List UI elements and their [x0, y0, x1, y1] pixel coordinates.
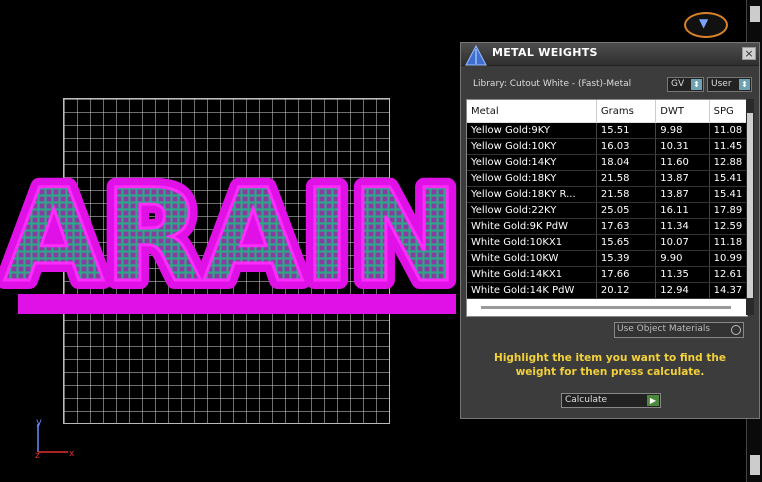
- table-cell: 11.34: [655, 218, 710, 235]
- table-row[interactable]: Yellow Gold:10KY 16.03 10.31 11.45: [467, 138, 747, 155]
- table-cell: 10.31: [655, 138, 710, 155]
- vertical-scrollbar[interactable]: [746, 99, 754, 315]
- app-logo-icon[interactable]: ▼: [684, 12, 728, 38]
- use-object-materials-label: Use Object Materials: [617, 324, 711, 334]
- table-cell: 17.63: [596, 218, 657, 235]
- table-cell: 17.89: [709, 202, 747, 219]
- table-cell: 21.58: [596, 186, 657, 203]
- option-circle-icon: [731, 325, 741, 335]
- table-cell: White Gold:10KX1: [467, 234, 597, 251]
- table-cell: 15.41: [709, 170, 747, 187]
- table-cell: 11.45: [709, 138, 747, 155]
- model-arain[interactable]: ARAIN ARAIN: [0, 150, 470, 330]
- column-header-dwt[interactable]: DWT: [655, 100, 710, 123]
- axis-gizmo: y z x: [35, 417, 75, 461]
- axis-x-label: x: [69, 449, 75, 459]
- horizontal-scrollbar[interactable]: [481, 306, 731, 309]
- metal-weights-icon: [465, 45, 487, 66]
- table-cell: 15.39: [596, 250, 657, 267]
- table-row[interactable]: Yellow Gold:14KY 18.04 11.60 12.88: [467, 154, 747, 171]
- table-cell: 17.66: [596, 266, 657, 283]
- table-row[interactable]: Yellow Gold:9KY 15.51 9.98 11.08: [467, 122, 747, 139]
- column-header-spg[interactable]: SPG: [709, 100, 747, 123]
- panel-titlebar[interactable]: METAL WEIGHTS ×: [461, 43, 759, 66]
- panel-title: METAL WEIGHTS: [492, 46, 598, 59]
- table-cell: 25.05: [596, 202, 657, 219]
- table-cell: 10.07: [655, 234, 710, 251]
- gv-select[interactable]: GV ⬍: [667, 77, 704, 92]
- table-cell: 15.51: [596, 122, 657, 139]
- table-cell: 12.61: [709, 266, 747, 283]
- metal-table[interactable]: Metal Grams DWT SPG Yellow Gold:9KY 15.51…: [466, 99, 748, 317]
- table-cell: White Gold:9K PdW: [467, 218, 597, 235]
- table-row[interactable]: White Gold:14K PdW 20.12 12.94 14.37: [467, 282, 747, 299]
- table-cell: 16.03: [596, 138, 657, 155]
- table-header-row: Metal Grams DWT SPG: [467, 100, 747, 123]
- table-cell: 11.18: [709, 234, 747, 251]
- table-cell: 12.59: [709, 218, 747, 235]
- table-cell: 12.88: [709, 154, 747, 171]
- table-cell: 21.58: [596, 170, 657, 187]
- model-lettering-mesh: ARAIN: [4, 162, 459, 311]
- table-cell: 18.04: [596, 154, 657, 171]
- table-cell: 13.87: [655, 170, 710, 187]
- table-cell: 9.98: [655, 122, 710, 139]
- table-cell: 10.99: [709, 250, 747, 267]
- table-cell: 11.08: [709, 122, 747, 139]
- table-cell: 20.12: [596, 282, 657, 299]
- play-arrow-icon: ▶: [647, 395, 659, 406]
- user-select-value: User: [711, 79, 732, 89]
- table-cell: 16.11: [655, 202, 710, 219]
- table-cell: Yellow Gold:18KY: [467, 170, 597, 187]
- column-header-grams[interactable]: Grams: [596, 100, 657, 123]
- table-row[interactable]: Yellow Gold:22KY 25.05 16.11 17.89: [467, 202, 747, 219]
- table-cell: 9.90: [655, 250, 710, 267]
- metal-weights-panel: METAL WEIGHTS × Library: Cutout White - …: [460, 42, 760, 419]
- table-cell: Yellow Gold:14KY: [467, 154, 597, 171]
- table-row[interactable]: White Gold:9K PdW 17.63 11.34 12.59: [467, 218, 747, 235]
- axis-y-label: y: [36, 417, 42, 428]
- select-arrow-icon: ⬍: [739, 79, 750, 90]
- table-cell: Yellow Gold:18KY R...: [467, 186, 597, 203]
- toolbar-block: [750, 455, 760, 475]
- calculate-button[interactable]: Calculate ▶: [561, 393, 661, 408]
- table-cell: 11.35: [655, 266, 710, 283]
- use-object-materials-field[interactable]: Use Object Materials: [614, 322, 744, 338]
- table-row[interactable]: White Gold:10KW 15.39 9.90 10.99: [467, 250, 747, 267]
- table-cell: White Gold:10KW: [467, 250, 597, 267]
- table-cell: 11.60: [655, 154, 710, 171]
- user-select[interactable]: User ⬍: [707, 77, 752, 92]
- instruction-text: Highlight the item you want to find the …: [494, 352, 726, 378]
- table-cell: White Gold:14KX1: [467, 266, 597, 283]
- table-cell: White Gold:14K PdW: [467, 282, 597, 299]
- axis-z-label: z: [35, 451, 40, 461]
- toolbar-block: [750, 6, 760, 22]
- table-cell: 12.94: [655, 282, 710, 299]
- table-row[interactable]: Yellow Gold:18KY 21.58 13.87 15.41: [467, 170, 747, 187]
- library-label: Library: Cutout White - (Fast)-Metal: [473, 79, 632, 89]
- calculate-label: Calculate: [565, 395, 608, 405]
- table-cell: 15.65: [596, 234, 657, 251]
- column-header-metal[interactable]: Metal: [467, 100, 597, 123]
- scrollbar-thumb[interactable]: [747, 113, 753, 298]
- table-row[interactable]: White Gold:14KX1 17.66 11.35 12.61: [467, 266, 747, 283]
- table-cell: Yellow Gold:10KY: [467, 138, 597, 155]
- table-cell: 15.41: [709, 186, 747, 203]
- table-row[interactable]: Yellow Gold:18KY R... 21.58 13.87 15.41: [467, 186, 747, 203]
- table-cell: 13.87: [655, 186, 710, 203]
- select-arrow-icon: ⬍: [691, 79, 702, 90]
- close-button[interactable]: ×: [742, 47, 756, 60]
- table-row[interactable]: White Gold:10KX1 15.65 10.07 11.18: [467, 234, 747, 251]
- table-cell: Yellow Gold:22KY: [467, 202, 597, 219]
- table-cell: 14.37: [709, 282, 747, 299]
- table-cell: Yellow Gold:9KY: [467, 122, 597, 139]
- gv-select-value: GV: [671, 79, 685, 89]
